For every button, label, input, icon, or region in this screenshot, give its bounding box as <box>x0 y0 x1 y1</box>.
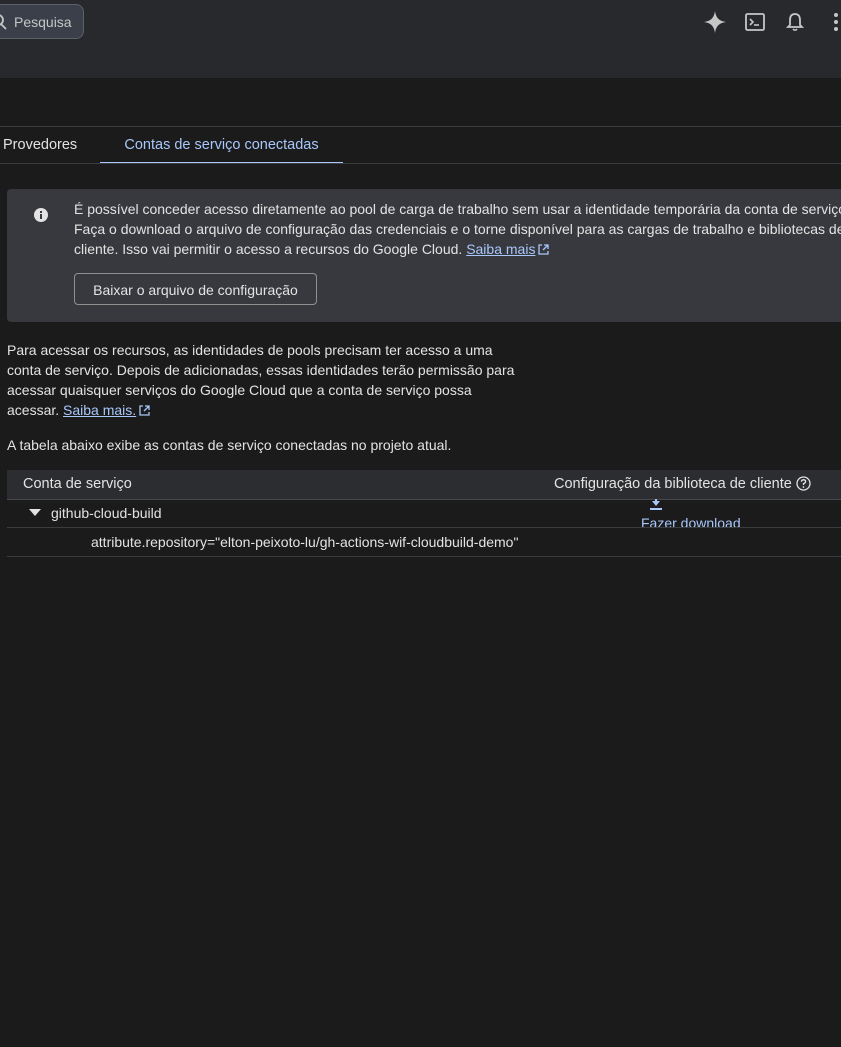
info-line-3: cliente. Isso vai permitir o acesso a re… <box>74 239 841 260</box>
description-line-4-text: acessar. <box>7 402 60 418</box>
description-line-3: acessar quaisquer serviços do Google Clo… <box>7 382 472 398</box>
open-in-new-icon <box>538 240 550 260</box>
info-line-1: É possível conceder acesso diretamente a… <box>74 201 841 217</box>
expand-caret-icon[interactable] <box>29 509 41 516</box>
table-note: A tabela abaixo exibe as contas de servi… <box>7 437 452 453</box>
download-link[interactable]: Fazer download <box>641 515 741 527</box>
open-in-new-icon <box>139 401 150 421</box>
search-box[interactable]: Pesquisa <box>0 4 84 39</box>
search-placeholder: Pesquisa <box>14 14 72 30</box>
description-line-1: Para acessar os recursos, as identidades… <box>7 342 493 358</box>
saiba-mais-link-2[interactable]: Saiba mais. <box>63 402 136 418</box>
tab-provedores[interactable]: Provedores <box>3 127 77 163</box>
description-paragraph: Para acessar os recursos, as identidades… <box>7 340 527 421</box>
more-vert-icon[interactable] <box>824 10 841 34</box>
search-icon <box>0 14 9 35</box>
saiba-mais-link[interactable]: Saiba mais <box>466 241 535 257</box>
download-config-button[interactable]: Baixar o arquivo de configuração <box>74 273 317 305</box>
tab-contas-de-servico-conectadas[interactable]: Contas de serviço conectadas <box>100 127 343 164</box>
description-line-4: acessar. Saiba mais. <box>7 400 527 421</box>
info-line-2: Faça o download o arquivo de configuraçã… <box>74 221 841 237</box>
column-header-client-library: Configuração da biblioteca de cliente <box>554 476 811 495</box>
attribute-condition: attribute.repository="elton-peixoto-lu/g… <box>91 534 519 550</box>
info-line-3-text: cliente. Isso vai permitir o acesso a re… <box>74 241 463 257</box>
download-icon[interactable] <box>649 499 663 516</box>
info-banner: É possível conceder acesso diretamente a… <box>7 189 841 322</box>
top-app-bar: Pesquisa <box>0 0 841 79</box>
column-header-service-account[interactable]: Conta de serviço <box>23 476 132 492</box>
notifications-bell-icon[interactable] <box>783 10 807 34</box>
help-icon[interactable] <box>796 476 811 495</box>
table-header: Conta de serviço Configuração da bibliot… <box>7 470 841 500</box>
info-icon <box>34 208 48 227</box>
gemini-sparkle-icon[interactable] <box>703 10 727 34</box>
service-account-name: github-cloud-build <box>51 505 162 521</box>
table-row: attribute.repository="elton-peixoto-lu/g… <box>7 528 841 557</box>
cloud-shell-icon[interactable] <box>743 10 767 34</box>
column-header-client-library-label: Configuração da biblioteca de cliente <box>554 476 792 492</box>
description-line-2: conta de serviço. Depois de adicionadas,… <box>7 362 515 378</box>
table-row: github-cloud-build Fazer download <box>7 499 841 528</box>
info-text: É possível conceder acesso diretamente a… <box>74 199 841 260</box>
divider <box>0 163 841 164</box>
tab-bar: Provedores Contas de serviço conectadas <box>0 127 841 164</box>
